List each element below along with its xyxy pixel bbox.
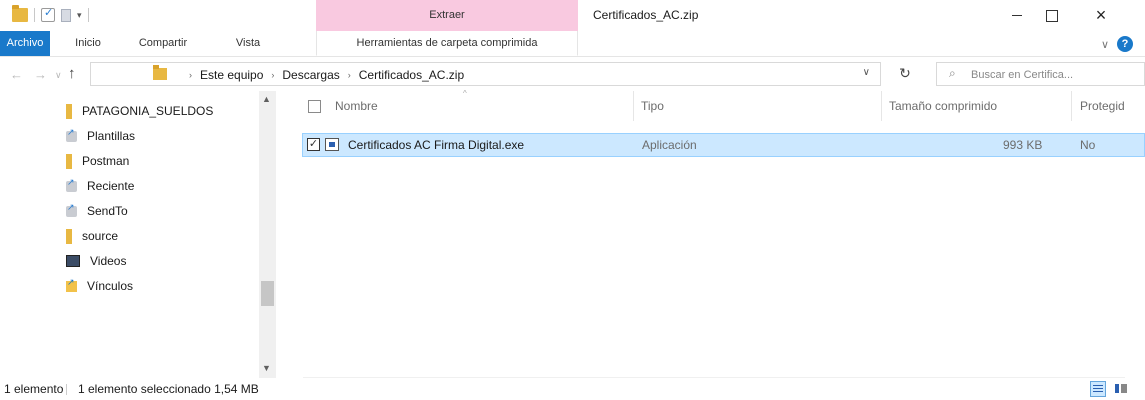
search-icon: ⌕ — [949, 66, 956, 80]
folder-icon — [66, 103, 72, 119]
row-checkbox[interactable]: ✓ — [307, 138, 320, 151]
nav-item-label: source — [82, 229, 119, 243]
nav-item-postman[interactable]: Postman — [66, 149, 129, 173]
column-header-tipo[interactable]: Tipo — [641, 91, 664, 121]
scroll-up-icon[interactable]: ▲ — [262, 94, 271, 104]
window-title: Certificados_AC.zip — [593, 8, 699, 22]
ribbon-controls: ∨ ? — [1101, 36, 1133, 52]
folder-icon — [66, 228, 72, 244]
file-type: Aplicación — [642, 138, 697, 152]
nav-item-label: Reciente — [87, 179, 135, 193]
links-icon — [66, 277, 77, 292]
back-arrow-icon[interactable]: ← — [10, 67, 23, 82]
search-box[interactable]: ⌕ — [936, 62, 1145, 86]
column-divider[interactable] — [633, 91, 634, 121]
nav-item-label: Plantillas — [87, 129, 136, 143]
select-all-checkbox[interactable] — [308, 100, 321, 113]
folder-icon — [66, 153, 72, 169]
large-icons-view-icon[interactable] — [1113, 381, 1129, 397]
help-icon[interactable]: ? — [1117, 36, 1133, 52]
nav-item-patagonia-sueldos[interactable]: PATAGONIA_SUELDOS — [66, 99, 213, 123]
tab-compartir[interactable]: Compartir — [115, 31, 211, 56]
file-size: 993 KB — [1003, 138, 1043, 152]
tab-compressed-folder-tools[interactable]: Herramientas de carpeta comprimida — [316, 31, 578, 56]
up-arrow-icon[interactable]: ↑ — [68, 65, 76, 82]
scrollbar-thumb[interactable] — [261, 281, 274, 306]
address-history-chevron-icon[interactable]: ∨ — [863, 67, 870, 78]
maximize-button[interactable] — [1029, 0, 1075, 31]
videos-icon — [66, 255, 80, 267]
nav-item-label: Vínculos — [87, 279, 134, 293]
refresh-icon[interactable]: ↻ — [893, 65, 917, 85]
ribbon-tabs: Archivo Inicio Compartir Vista Herramien… — [0, 31, 1145, 57]
separator — [87, 8, 89, 22]
nav-item-label: SendTo — [87, 204, 128, 218]
nav-item-label: Postman — [82, 154, 130, 168]
sort-ascending-icon: ^ — [463, 89, 467, 98]
navigation-pane: PATAGONIA_SUELDOS Plantillas Postman Rec… — [0, 91, 283, 379]
separator — [66, 384, 67, 395]
breadcrumb: › Este equipo › Descargas › Certificados… — [181, 68, 464, 82]
column-header-protegido[interactable]: Protegid — [1080, 91, 1125, 121]
status-bar: 1 elemento 1 elemento seleccionado 1,54 … — [0, 378, 1145, 400]
special-folder-icon — [66, 127, 77, 142]
title-bar: ▾ Extraer Certificados_AC.zip × — [0, 0, 1145, 31]
folder-icon — [153, 65, 167, 80]
properties-icon[interactable] — [41, 6, 55, 22]
breadcrumb-este-equipo[interactable]: Este equipo — [200, 68, 263, 82]
file-list: Nombre ^ Tipo Tamaño comprimido Protegid… — [283, 89, 1145, 394]
quick-access-toolbar: ▾ — [12, 5, 89, 22]
breadcrumb-separator-icon[interactable]: › — [271, 70, 274, 80]
column-header-tamano-comprimido[interactable]: Tamaño comprimido — [889, 91, 997, 121]
forward-arrow-icon[interactable]: → — [34, 67, 47, 82]
breadcrumb-separator-icon[interactable]: › — [348, 70, 351, 80]
special-folder-icon — [66, 177, 77, 192]
nav-item-source[interactable]: source — [66, 224, 118, 248]
nav-item-reciente[interactable]: Reciente — [66, 174, 134, 198]
breadcrumb-descargas[interactable]: Descargas — [282, 68, 339, 82]
file-protected: No — [1080, 138, 1096, 152]
breadcrumb-certificados-zip[interactable]: Certificados_AC.zip — [359, 68, 464, 82]
tab-archivo[interactable]: Archivo — [0, 31, 50, 56]
nav-item-label: PATAGONIA_SUELDOS — [82, 104, 214, 118]
scroll-down-icon[interactable]: ▼ — [262, 363, 271, 373]
tab-inicio[interactable]: Inicio — [63, 31, 113, 56]
table-row[interactable]: ✓ Certificados AC Firma Digital.exe Apli… — [302, 133, 1145, 157]
separator — [34, 8, 35, 22]
nav-item-vinculos[interactable]: Vínculos — [66, 274, 133, 298]
breadcrumb-separator-icon[interactable]: › — [189, 70, 192, 80]
new-folder-icon[interactable] — [61, 8, 71, 22]
expand-ribbon-chevron-icon[interactable]: ∨ — [1101, 38, 1109, 51]
address-bar[interactable]: › Este equipo › Descargas › Certificados… — [90, 62, 881, 86]
item-count: 1 elemento — [4, 382, 64, 396]
special-folder-icon — [66, 202, 77, 217]
nav-item-videos[interactable]: Videos — [66, 249, 126, 273]
application-icon — [325, 138, 339, 151]
search-input[interactable] — [971, 66, 1141, 83]
column-divider[interactable] — [1071, 91, 1072, 121]
context-tab-label: Extraer — [429, 9, 465, 21]
file-name: Certificados AC Firma Digital.exe — [348, 138, 525, 152]
tab-vista[interactable]: Vista — [223, 31, 273, 56]
nav-pane-scrollbar[interactable]: ▲ ▼ — [259, 91, 276, 379]
nav-item-plantillas[interactable]: Plantillas — [66, 124, 135, 148]
details-view-icon[interactable] — [1090, 381, 1106, 397]
customize-toolbar-chevron-icon[interactable]: ▾ — [77, 10, 82, 21]
address-row: ← → ∨ ↑ › Este equipo › Descargas › Cert… — [0, 57, 1145, 91]
selection-info: 1 elemento seleccionado 1,54 MB — [78, 382, 259, 396]
column-header-nombre[interactable]: Nombre — [335, 91, 378, 121]
close-button[interactable]: × — [1078, 0, 1124, 31]
recent-locations-chevron-icon[interactable]: ∨ — [55, 70, 62, 81]
nav-item-sendto[interactable]: SendTo — [66, 199, 128, 223]
column-divider[interactable] — [881, 91, 882, 121]
nav-item-label: Videos — [90, 254, 127, 268]
folder-icon — [12, 5, 28, 22]
context-tab-extract: Extraer — [316, 0, 578, 31]
